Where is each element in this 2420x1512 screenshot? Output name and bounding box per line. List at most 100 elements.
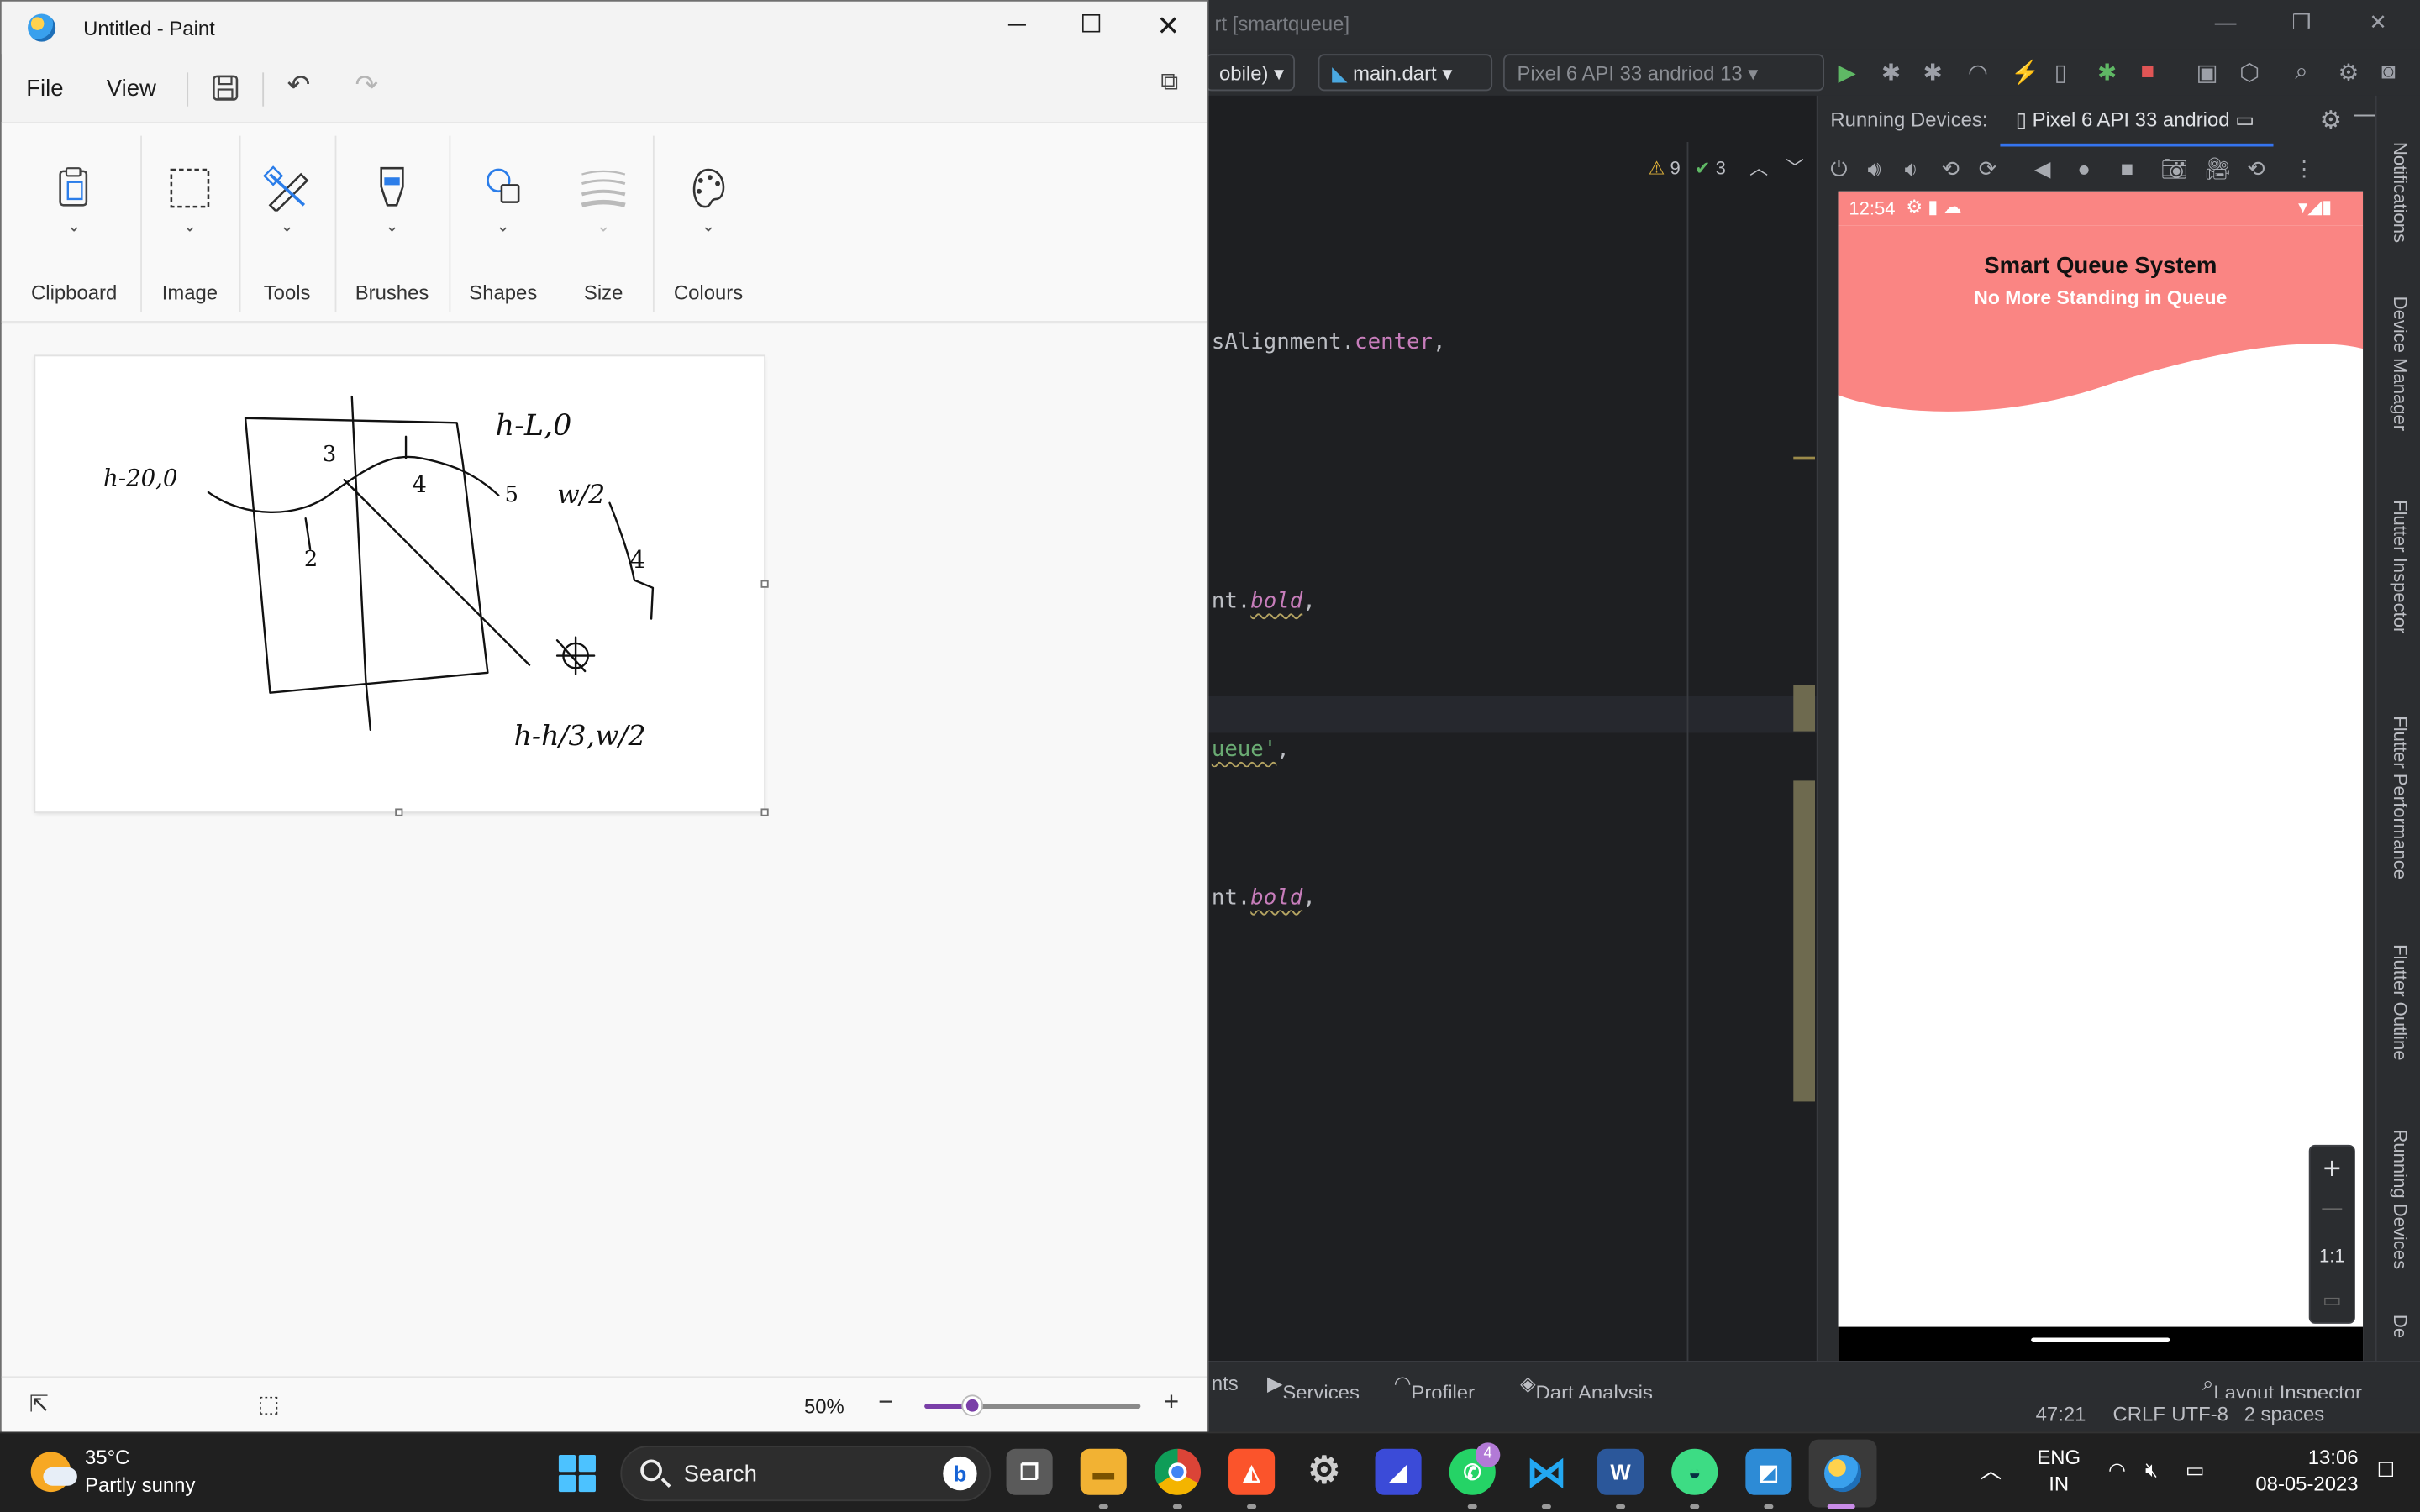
minimize-button[interactable]: ─: [980, 2, 1054, 51]
emulator-screen[interactable]: 12:54 ⚙ ▮ ☁ ▾◢▮ Smart Queue System No Mo…: [1838, 191, 2364, 1361]
zoom-slider[interactable]: [924, 1394, 1141, 1417]
language-indicator[interactable]: ENG IN: [2031, 1446, 2086, 1495]
share-icon[interactable]: ⧉: [1160, 70, 1178, 97]
view-menu[interactable]: View: [107, 76, 156, 102]
tab-flutter-inspector[interactable]: Flutter Inspector: [2389, 500, 2411, 633]
hot-restart-icon[interactable]: ▯: [2054, 59, 2067, 87]
screen-record-icon[interactable]: 🎥︎: [2204, 156, 2232, 182]
vscode-icon[interactable]: ⋈: [1523, 1449, 1570, 1495]
rotate-right-icon[interactable]: ⟳: [1979, 156, 1997, 182]
taskbar-search[interactable]: Search b: [620, 1446, 992, 1502]
ide-settings-icon[interactable]: ⚙: [2338, 59, 2360, 87]
device-mirror-icon[interactable]: ▣: [2196, 59, 2218, 87]
brave-icon[interactable]: ◭: [1228, 1448, 1276, 1495]
colours-group[interactable]: ⌄ Colours: [659, 123, 758, 324]
battery-icon[interactable]: ▭: [2186, 1458, 2205, 1483]
overview-icon[interactable]: ■: [2121, 156, 2134, 181]
maximize-button[interactable]: ☐: [1054, 2, 1128, 51]
android-studio-icon[interactable]: ◒: [1671, 1448, 1718, 1495]
ide-account-icon[interactable]: ◙: [2381, 59, 2396, 85]
close-button[interactable]: ✕: [1131, 2, 1205, 51]
clock[interactable]: 13:06 08-05-2023: [2235, 1446, 2358, 1495]
run-config-combo[interactable]: ◣ main.dart ▾: [1318, 54, 1493, 92]
tab-running-devices[interactable]: Running Devices: [2389, 1129, 2411, 1269]
indent-setting[interactable]: 2 spaces: [2244, 1403, 2325, 1426]
tab-profiler[interactable]: ◠ Profiler: [1394, 1372, 1475, 1404]
ide-minimize-icon[interactable]: —: [2215, 9, 2237, 34]
ide-close-icon[interactable]: ✕: [2369, 9, 2387, 35]
file-explorer-icon[interactable]: ▬: [1080, 1448, 1127, 1495]
file-encoding[interactable]: UTF-8: [2171, 1403, 2228, 1426]
code-app-icon[interactable]: ◢: [1375, 1448, 1422, 1495]
tab-events[interactable]: nts: [1212, 1372, 1239, 1395]
volume-muted-icon[interactable]: 🔇︎: [2145, 1458, 2158, 1483]
zoom-out-icon[interactable]: −: [878, 1387, 893, 1418]
tab-device-explorer[interactable]: De: [2389, 1315, 2411, 1338]
zoom-level[interactable]: 50%: [804, 1394, 844, 1418]
resize-handle-bottom[interactable]: [395, 808, 403, 816]
file-menu[interactable]: File: [26, 76, 63, 102]
notifications-icon[interactable]: ☐: [2377, 1458, 2395, 1483]
next-highlight-icon[interactable]: ﹀: [1786, 157, 1804, 179]
photos-icon[interactable]: ◩: [1745, 1448, 1792, 1495]
screenshot-icon[interactable]: 📷︎: [2160, 156, 2188, 182]
sdk-manager-icon[interactable]: ⬡: [2239, 59, 2260, 87]
settings-icon[interactable]: ⚙: [1301, 1449, 1347, 1495]
actual-size-button[interactable]: 1:1: [2311, 1245, 2354, 1267]
home-icon[interactable]: ●: [2077, 156, 2091, 181]
undo-icon[interactable]: ↶: [287, 70, 311, 102]
prev-highlight-icon[interactable]: ︿: [1749, 157, 1768, 179]
save-icon[interactable]: [212, 74, 239, 102]
shapes-group[interactable]: ⌄ Shapes: [455, 123, 551, 324]
clipboard-group[interactable]: ⌄ Clipboard: [14, 123, 134, 324]
gesture-pill[interactable]: [2031, 1337, 2170, 1342]
tab-dart-analysis[interactable]: ◈ Dart Analysis: [1520, 1372, 1653, 1404]
tab-flutter-outline[interactable]: Flutter Outline: [2389, 944, 2411, 1060]
tab-device-manager[interactable]: Device Manager: [2389, 297, 2411, 431]
volume-up-icon[interactable]: 🔊︎: [1867, 156, 1881, 182]
snapshot-icon[interactable]: ⟲: [2247, 156, 2265, 182]
debug-icon[interactable]: ✱: [1881, 59, 1901, 87]
chrome-icon[interactable]: [1154, 1448, 1201, 1495]
canvas-workspace[interactable]: h-20,0 h-L,0 w/2 h-h/3,w/2 3 4 5 2 4: [1, 323, 1207, 1377]
profile-icon[interactable]: ◠: [1968, 59, 1988, 87]
run-icon[interactable]: ▶: [1839, 59, 1856, 87]
tab-layout-inspector[interactable]: ⌕ Layout Inspector: [2202, 1372, 2362, 1404]
caret-position[interactable]: 47:21: [2036, 1403, 2086, 1426]
emulator-combo[interactable]: Pixel 6 API 33 andriod 13 ▾: [1502, 54, 1825, 92]
running-device-tab[interactable]: ▯ Pixel 6 API 33 andriod ▭: [2000, 108, 2273, 147]
inspection-widget[interactable]: ⚠ 9 ✔ 3 ︿ ﹀: [1649, 155, 1804, 181]
tab-flutter-performance[interactable]: Flutter Performance: [2389, 716, 2411, 879]
paint-taskbar-button[interactable]: [1808, 1439, 1877, 1508]
volume-down-icon[interactable]: 🔉︎: [1905, 156, 1918, 182]
redo-icon[interactable]: ↷: [355, 70, 378, 102]
word-icon[interactable]: W: [1597, 1448, 1644, 1495]
power-icon[interactable]: ⏻: [1830, 156, 1847, 182]
tab-services[interactable]: ▶ Services: [1267, 1372, 1360, 1404]
tools-group[interactable]: ⌄ Tools: [245, 123, 329, 324]
ide-search-icon[interactable]: ⌕: [2295, 59, 2307, 85]
target-device-combo[interactable]: obile) ▾: [1205, 54, 1296, 92]
back-icon[interactable]: ◀: [2034, 156, 2051, 182]
code-editor[interactable]: ⚠ 9 ✔ 3 ︿ ﹀ sAlignment.center, nt.bold, …: [1208, 95, 1817, 1361]
image-group[interactable]: ⌄ Image: [146, 123, 233, 324]
start-button[interactable]: [558, 1455, 596, 1493]
bing-icon[interactable]: b: [943, 1456, 977, 1491]
tray-overflow-icon[interactable]: ︿: [1981, 1455, 2002, 1486]
resize-handle-corner[interactable]: [760, 808, 769, 816]
zoom-in-button[interactable]: +: [2311, 1152, 2354, 1188]
zoom-out-button[interactable]: —: [2311, 1195, 2354, 1219]
rotate-left-icon[interactable]: ⟲: [1942, 156, 1960, 182]
more-options-icon[interactable]: ⋮: [2293, 156, 2315, 182]
task-view-icon[interactable]: ❐: [1006, 1448, 1053, 1495]
resize-handle-right[interactable]: [760, 580, 769, 588]
brushes-group[interactable]: ⌄ Brushes: [341, 123, 443, 324]
line-separator[interactable]: CRLF: [2112, 1403, 2165, 1426]
hot-reload-icon[interactable]: ⚡: [2011, 59, 2039, 87]
tab-notifications[interactable]: Notifications: [2389, 142, 2411, 243]
ide-restore-icon[interactable]: ❐: [2292, 9, 2312, 35]
attach-debugger-icon[interactable]: ✱: [2097, 59, 2117, 87]
zoom-in-icon[interactable]: +: [1164, 1387, 1179, 1418]
wifi-icon[interactable]: ◠: [2108, 1458, 2126, 1483]
fit-screen-icon[interactable]: ▭: [2311, 1289, 2354, 1313]
